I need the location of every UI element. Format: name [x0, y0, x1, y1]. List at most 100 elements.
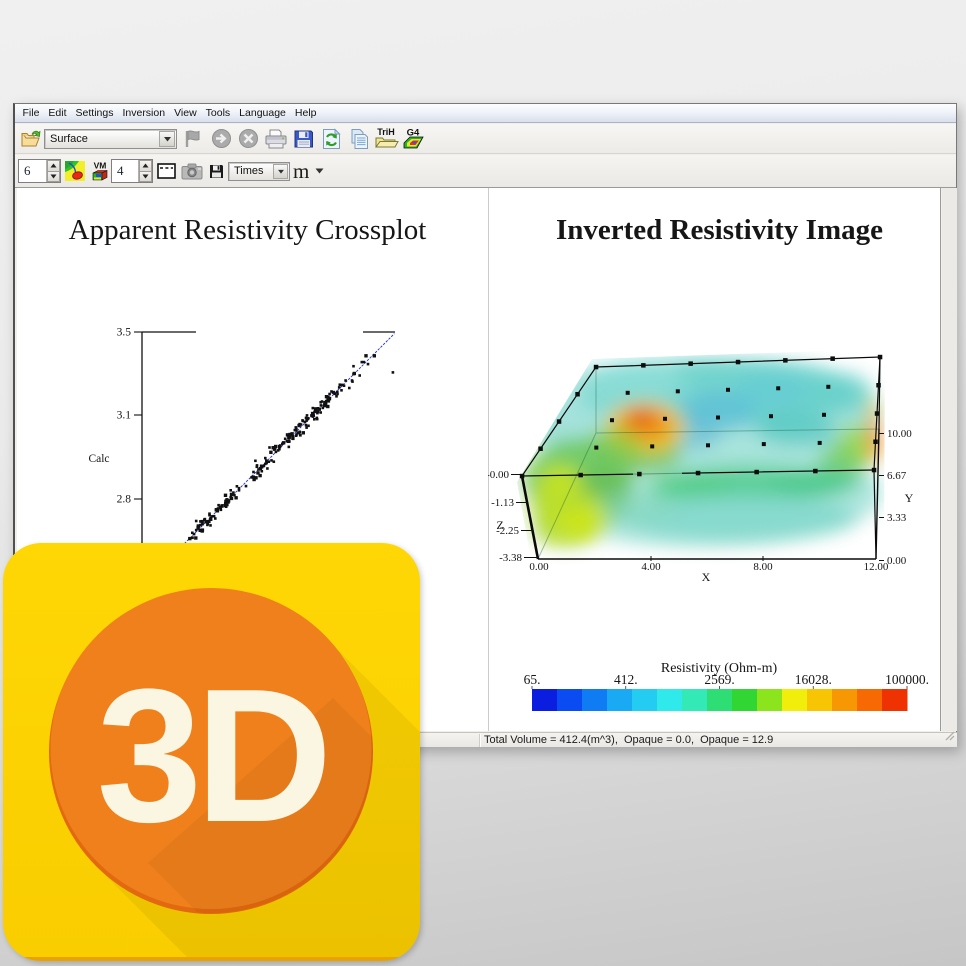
unit-symbol[interactable]: m — [293, 161, 309, 182]
scatter-point — [238, 489, 241, 492]
g4-map-button[interactable]: G4 — [400, 127, 428, 150]
menu-item-edit[interactable]: Edit — [44, 105, 71, 122]
scatter-point — [257, 468, 260, 471]
colorbar-segment — [857, 689, 883, 711]
scatter-point — [353, 372, 356, 375]
badge-bottom-edge — [3, 957, 420, 961]
x-tick-label: 4.00 — [641, 561, 661, 573]
colorbar-segment — [582, 689, 608, 711]
scatter-point — [229, 496, 232, 499]
arrow-up-icon — [142, 163, 149, 168]
menu-item-settings[interactable]: Settings — [71, 105, 118, 122]
scatter-point — [288, 437, 291, 440]
scatter-point — [245, 485, 248, 488]
volume-blob — [735, 374, 811, 408]
electrode-dot — [637, 472, 642, 477]
scatter-point — [315, 410, 318, 413]
scatter-point — [206, 524, 209, 527]
colorbar-segment — [757, 689, 783, 711]
scatter-point — [340, 389, 343, 392]
contour-count-spinner[interactable]: 6 — [18, 159, 61, 183]
colorbar-tick-label: 412. — [614, 672, 638, 687]
print-button[interactable] — [263, 128, 291, 150]
volume-blob — [598, 490, 678, 526]
menu-item-view[interactable]: View — [170, 105, 202, 122]
scatter-point — [312, 407, 315, 410]
scatter-point — [305, 424, 308, 427]
scatter-point — [307, 417, 310, 420]
colorbar-segment — [557, 689, 583, 711]
copy-button[interactable] — [345, 128, 373, 150]
flag-button-disabled[interactable] — [180, 129, 208, 149]
trih-folder-icon: TriH — [374, 127, 399, 150]
menu-item-language[interactable]: Language — [235, 105, 291, 122]
electrode-dot — [818, 441, 822, 445]
font-combobox-arrow[interactable] — [273, 164, 288, 179]
copy-pages-icon — [348, 128, 369, 150]
menu-item-help[interactable]: Help — [290, 105, 321, 122]
volume-blob — [568, 310, 908, 346]
resize-grip[interactable] — [945, 728, 955, 746]
vm-view-button[interactable]: VM — [90, 161, 110, 182]
electrode-dot — [769, 414, 773, 418]
save-image-button[interactable] — [209, 164, 224, 179]
electrode-dot — [557, 419, 562, 424]
scatter-point — [193, 533, 196, 536]
forward-button-disabled[interactable] — [208, 128, 236, 149]
menu-item-inversion[interactable]: Inversion — [118, 105, 170, 122]
font-combobox[interactable]: Times — [228, 162, 290, 181]
canvas-right-gutter — [942, 188, 957, 731]
spin-down-button[interactable] — [47, 172, 60, 183]
electrode-dot — [706, 443, 710, 447]
electrode-dot — [875, 411, 880, 416]
electrode-dot — [575, 392, 580, 397]
scatter-point — [274, 445, 277, 448]
spin-up-button[interactable] — [139, 160, 152, 172]
scatter-point — [268, 446, 271, 449]
spin-down-button[interactable] — [139, 172, 152, 183]
menu-item-tools[interactable]: Tools — [201, 105, 235, 122]
slice-count-spinner[interactable]: 4 — [111, 159, 153, 183]
y-tick-label: 0.00 — [887, 555, 907, 567]
volume-blob — [529, 482, 563, 526]
scatter-point — [373, 354, 376, 357]
volume-chart[interactable]: 0.004.008.0012.00X0.003.336.6710.00Y-0.0… — [488, 188, 941, 731]
scatter-point — [306, 414, 309, 417]
scatter-point — [338, 386, 341, 389]
x-tick-label: 8.00 — [753, 561, 773, 573]
scatter-point — [305, 426, 308, 429]
scatter-point — [213, 515, 216, 518]
chevron-down-icon — [163, 136, 172, 142]
spin-up-button[interactable] — [47, 160, 60, 172]
unit-dropdown-arrow[interactable] — [315, 168, 324, 174]
open-file-button[interactable] — [19, 129, 43, 149]
x-tick-label: 0.00 — [529, 561, 549, 573]
scatter-point — [330, 390, 333, 393]
refresh-button[interactable] — [318, 128, 346, 150]
scatter-point — [273, 448, 276, 451]
dataset-combobox-arrow[interactable] — [159, 131, 175, 147]
font-combobox-value: Times — [229, 165, 273, 177]
dataset-combobox[interactable]: Surface — [44, 129, 177, 149]
scatter-point — [364, 354, 367, 357]
scatter-point — [348, 387, 351, 390]
extent-button[interactable] — [157, 163, 176, 179]
scatter-point — [233, 494, 236, 497]
save-button[interactable] — [290, 128, 318, 149]
scatter-point — [208, 521, 211, 524]
electrode-dot — [641, 363, 646, 368]
z-tick-label: -0.00 — [488, 469, 509, 481]
scatter-point — [344, 379, 347, 382]
electrode-dot — [594, 446, 598, 450]
cancel-button-disabled[interactable] — [235, 128, 263, 149]
electrode-dot — [826, 385, 830, 389]
menu-item-file[interactable]: File — [18, 105, 44, 122]
scatter-point — [260, 466, 263, 469]
contour-map-button[interactable] — [65, 161, 85, 181]
scatter-point — [273, 460, 276, 463]
electrode-dot — [726, 388, 730, 392]
snapshot-button[interactable] — [181, 163, 203, 180]
trih-folder-button[interactable]: TriH — [373, 127, 401, 150]
electrode-dot — [578, 473, 583, 478]
chevron-down-icon — [315, 168, 324, 174]
